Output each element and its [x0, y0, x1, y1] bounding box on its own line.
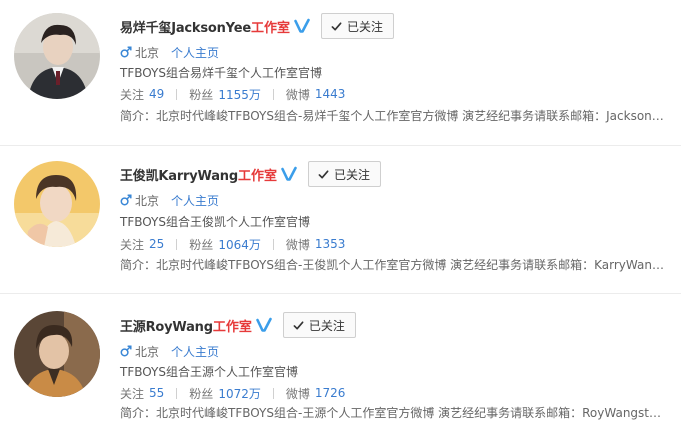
divider [176, 88, 178, 100]
user-name[interactable]: 王俊凯KarryWang [120, 165, 238, 184]
homepage-link[interactable]: 个人主页 [171, 343, 219, 360]
divider [272, 88, 274, 100]
city: 北京 [135, 45, 160, 60]
fans-label: 粉丝 [189, 87, 214, 102]
follow-label: 已关注 [308, 318, 345, 333]
check-icon [318, 169, 329, 179]
male-icon [120, 194, 132, 206]
name-row: 王俊凯KarryWang 工作室 已关注 [120, 161, 381, 187]
weibo-label: 微博 [285, 386, 310, 401]
following-label: 关注 [120, 237, 145, 252]
male-icon [120, 345, 132, 357]
verified-v-icon [281, 166, 297, 181]
follow-label: 已关注 [346, 19, 383, 34]
intro-text: 简介：北京时代峰峻TFBOYS组合-易烊千玺个人工作室官方微博 演艺经纪事务请联… [120, 109, 664, 123]
divider [176, 238, 178, 250]
verified-v-icon [294, 18, 310, 33]
check-icon [331, 21, 342, 31]
city: 北京 [135, 344, 160, 359]
stats-row: 关注 55 粉丝 1072万 微博 1726 [120, 385, 345, 401]
user-card: 王源RoyWang 工作室 已关注 北京 个人主页 TFBOYS组合王源个人工作室… [0, 293, 681, 436]
following-count[interactable]: 49 [149, 87, 164, 101]
fans-count[interactable]: 1072万 [218, 385, 261, 402]
user-card: 王俊凯KarryWang 工作室 已关注 北京 个人主页 TFBOYS组合王俊凯个… [0, 145, 681, 294]
user-name[interactable]: 易烊千玺JacksonYee [120, 17, 251, 36]
avatar[interactable] [14, 311, 100, 397]
location-row: 北京 个人主页 [120, 343, 219, 359]
studio-suffix[interactable]: 工作室 [238, 165, 277, 184]
fans-count[interactable]: 1155万 [218, 86, 261, 103]
fans-label: 粉丝 [189, 237, 214, 252]
follow-button[interactable]: 已关注 [320, 13, 394, 39]
user-name[interactable]: 王源RoyWang [120, 316, 213, 335]
homepage-link[interactable]: 个人主页 [171, 192, 219, 209]
weibo-count[interactable]: 1443 [315, 87, 346, 101]
stats-row: 关注 25 粉丝 1064万 微博 1353 [120, 236, 345, 252]
user-card: 易烊千玺JacksonYee 工作室 已关注 北京 个人主页 TFBOYS组合易烊… [0, 0, 681, 148]
divider [272, 238, 274, 250]
check-icon [293, 320, 304, 330]
description: TFBOYS组合王源个人工作室官博 [120, 365, 298, 379]
divider [272, 387, 274, 399]
male-icon [120, 46, 132, 58]
following-count[interactable]: 25 [149, 237, 164, 251]
avatar[interactable] [14, 161, 100, 247]
city: 北京 [135, 193, 160, 208]
following-count[interactable]: 55 [149, 386, 164, 400]
name-row: 王源RoyWang 工作室 已关注 [120, 312, 356, 338]
follow-button[interactable]: 已关注 [282, 312, 356, 338]
location-row: 北京 个人主页 [120, 192, 219, 208]
follow-label: 已关注 [333, 167, 370, 182]
weibo-count[interactable]: 1726 [315, 386, 346, 400]
intro-text: 简介：北京时代峰峻TFBOYS组合-王源个人工作室官方微博 演艺经纪事务请联系邮… [120, 406, 665, 420]
weibo-count[interactable]: 1353 [315, 237, 346, 251]
studio-suffix[interactable]: 工作室 [213, 316, 252, 335]
studio-suffix[interactable]: 工作室 [251, 17, 290, 36]
location-row: 北京 个人主页 [120, 44, 219, 60]
name-row: 易烊千玺JacksonYee 工作室 已关注 [120, 13, 394, 39]
homepage-link[interactable]: 个人主页 [171, 44, 219, 61]
intro-text: 简介：北京时代峰峻TFBOYS组合-王俊凯个人工作室官方微博 演艺经纪事务请联系… [120, 258, 665, 272]
description: TFBOYS组合王俊凯个人工作室官博 [120, 215, 310, 229]
fans-count[interactable]: 1064万 [218, 236, 261, 253]
weibo-label: 微博 [285, 87, 310, 102]
description: TFBOYS组合易烊千玺个人工作室官博 [120, 66, 322, 80]
fans-label: 粉丝 [189, 386, 214, 401]
stats-row: 关注 49 粉丝 1155万 微博 1443 [120, 86, 345, 102]
avatar[interactable] [14, 13, 100, 99]
weibo-label: 微博 [285, 237, 310, 252]
following-label: 关注 [120, 87, 145, 102]
verified-v-icon [256, 317, 272, 332]
follow-button[interactable]: 已关注 [307, 161, 381, 187]
following-label: 关注 [120, 386, 145, 401]
divider [176, 387, 178, 399]
